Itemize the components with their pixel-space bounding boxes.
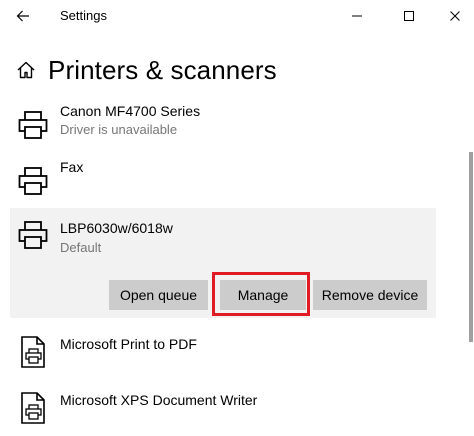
home-icon[interactable]: [16, 60, 36, 80]
window-title: Settings: [60, 8, 107, 23]
scrollbar-thumb[interactable]: [469, 152, 473, 342]
printer-name: Microsoft XPS Document Writer: [60, 392, 258, 408]
printer-status: Default: [60, 240, 102, 255]
document-printer-icon: [21, 336, 45, 368]
manage-button[interactable]: Manage: [220, 280, 306, 310]
printer-item-fax[interactable]: Fax: [10, 154, 436, 208]
printer-icon: [18, 221, 48, 249]
minimize-button[interactable]: [334, 0, 380, 32]
maximize-button[interactable]: [386, 0, 432, 32]
printer-name: Microsoft Print to PDF: [60, 336, 197, 352]
minimize-icon: [352, 15, 362, 17]
title-bar: Settings: [0, 0, 474, 32]
open-queue-button[interactable]: Open queue: [109, 280, 208, 310]
printer-name: Canon MF4700 Series: [60, 103, 201, 119]
back-button[interactable]: [8, 2, 38, 30]
scrollbar[interactable]: [468, 96, 474, 435]
maximize-icon: [404, 11, 414, 21]
close-button[interactable]: [432, 0, 474, 32]
printer-item-print-to-pdf[interactable]: Microsoft Print to PDF: [10, 324, 436, 380]
arrow-left-icon: [16, 10, 29, 22]
printer-item-lbp6030w-selected[interactable]: LBP6030w/6018w Default Open queue Manage…: [10, 208, 436, 318]
printer-name: Fax: [60, 159, 84, 175]
printer-icon: [18, 111, 48, 139]
document-printer-icon: [21, 392, 45, 424]
page-title: Printers & scanners: [48, 54, 277, 85]
printer-status: Driver is unavailable: [60, 122, 178, 137]
printer-icon: [18, 167, 48, 195]
printer-name: LBP6030w/6018w: [60, 220, 173, 236]
page-header: Printers & scanners: [16, 52, 277, 88]
remove-device-button[interactable]: Remove device: [313, 280, 427, 310]
printer-item-xps-writer[interactable]: Microsoft XPS Document Writer: [10, 380, 436, 436]
printer-item-canon[interactable]: Canon MF4700 Series Driver is unavailabl…: [10, 98, 436, 152]
close-icon: [450, 11, 460, 21]
